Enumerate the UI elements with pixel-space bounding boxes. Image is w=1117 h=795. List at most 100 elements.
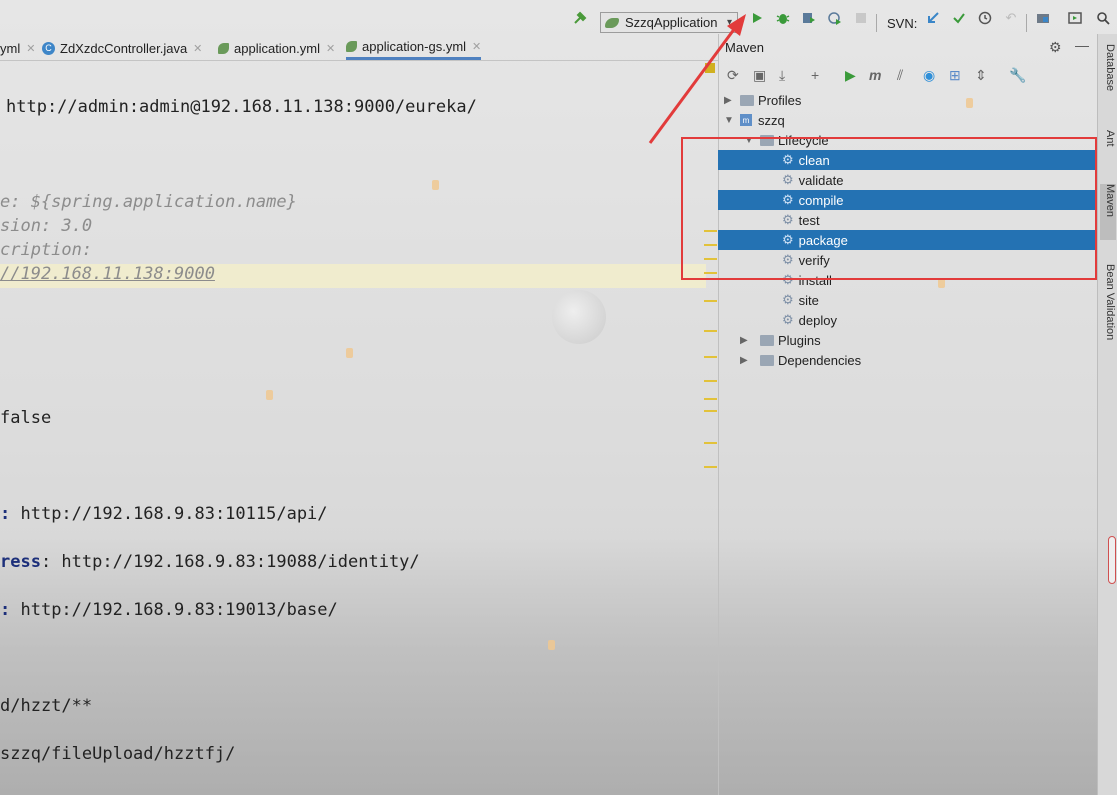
add-folder-icon[interactable]: ▣: [753, 67, 766, 84]
run-configuration-select[interactable]: SzzqApplication ▾: [600, 12, 738, 33]
add-icon[interactable]: +: [811, 67, 819, 83]
debug-bug-icon[interactable]: [774, 8, 792, 28]
stop-icon[interactable]: [852, 8, 870, 28]
yaml-file-icon: [346, 41, 357, 52]
run-maven-build-icon[interactable]: ▶: [845, 67, 856, 84]
gear-icon[interactable]: ⚙: [1049, 39, 1062, 56]
minimize-icon[interactable]: —: [1075, 37, 1089, 53]
profiler-icon[interactable]: [826, 8, 844, 28]
rollback-icon[interactable]: ↶: [1002, 8, 1020, 28]
tree-node-label: Dependencies: [778, 352, 862, 368]
tab-label: yml: [0, 40, 21, 56]
reload-icon[interactable]: ⟳: [727, 67, 739, 84]
maven-project-icon: m: [740, 114, 752, 126]
tree-node-label: site: [798, 292, 819, 308]
warning-mark[interactable]: [704, 356, 717, 358]
tree-node-label: szzq: [758, 112, 785, 128]
chevron-down-icon: ▾: [726, 17, 732, 28]
warning-mark[interactable]: [704, 466, 717, 468]
history-clock-icon[interactable]: [976, 8, 994, 28]
annotation-highlight-box: [681, 137, 1097, 280]
tab-application-yml[interactable]: application.yml ✕: [218, 36, 335, 60]
spring-leaf-icon: [605, 17, 619, 28]
warning-mark[interactable]: [704, 300, 717, 302]
search-icon[interactable]: [1094, 8, 1112, 28]
chevron-right-icon[interactable]: ▶: [724, 95, 732, 106]
right-tool-strip: Database Ant Maven Bean Validation: [1097, 34, 1117, 795]
close-icon[interactable]: ✕: [193, 42, 202, 55]
chevron-right-icon[interactable]: ▶: [740, 355, 748, 366]
yaml-value: : http://192.168.9.83:19088/identity/: [40, 552, 420, 572]
tab-label: ZdXzdcController.java: [60, 40, 188, 56]
tab-application-gs-yml[interactable]: application-gs.yml ✕: [346, 36, 482, 60]
close-icon[interactable]: ✕: [326, 42, 335, 55]
folder-icon: [740, 94, 754, 106]
side-tab-database[interactable]: Database: [1100, 44, 1116, 91]
gear-icon: ⚙: [782, 292, 794, 307]
wrench-icon[interactable]: 🔧: [1009, 67, 1026, 84]
code-line: : http://192.168.9.83:10115/api/: [0, 504, 328, 524]
gear-icon: ⚙: [782, 312, 794, 327]
svn-commit-check-icon[interactable]: [950, 8, 968, 28]
warning-mark[interactable]: [704, 442, 717, 444]
code-line: false: [0, 408, 52, 428]
warning-mark[interactable]: [704, 380, 717, 382]
yaml-value: http://192.168.9.83:19013/base/: [10, 600, 338, 620]
presentation-icon[interactable]: [1066, 8, 1084, 28]
java-class-icon: C: [42, 41, 55, 55]
warning-mark[interactable]: [704, 410, 717, 412]
tree-node-label: Plugins: [778, 332, 821, 348]
close-icon[interactable]: ✕: [26, 42, 35, 55]
code-line: d/hzzt/**: [0, 696, 93, 716]
yaml-key: :: [0, 600, 11, 620]
skip-tests-icon[interactable]: ◉: [923, 67, 935, 84]
side-tab-bean-validation[interactable]: Bean Validation: [1100, 264, 1116, 340]
build-hammer-icon[interactable]: [570, 8, 590, 28]
execute-maven-goal-icon[interactable]: m: [869, 67, 881, 83]
code-line: http://admin:admin@192.168.11.138:9000/e…: [6, 97, 477, 117]
yaml-value: http://192.168.9.83:10115/api/: [10, 504, 328, 524]
warning-mark[interactable]: [704, 398, 717, 400]
tree-node-label: deploy: [798, 312, 837, 328]
collapse-all-icon[interactable]: ⇕: [975, 67, 987, 84]
tree-node-plugins[interactable]: ▶ Plugins: [718, 330, 1096, 350]
show-dependencies-icon[interactable]: ⊞: [949, 67, 961, 84]
code-line: e: ${spring.application.name}: [0, 192, 297, 212]
inspection-status-icon[interactable]: [705, 63, 715, 73]
yaml-key: ress: [0, 552, 41, 572]
close-icon[interactable]: ✕: [472, 40, 481, 53]
lifecycle-phase-site[interactable]: ⚙ site: [718, 290, 1096, 310]
warning-mark[interactable]: [704, 330, 717, 332]
svn-update-arrow-icon[interactable]: [924, 8, 942, 28]
chevron-down-icon[interactable]: ▼: [724, 115, 734, 126]
maven-panel-title: Maven: [725, 40, 765, 55]
tree-node-profiles[interactable]: ▶ Profiles: [718, 90, 1096, 110]
project-structure-icon[interactable]: [1034, 8, 1052, 28]
run-icon[interactable]: [748, 8, 766, 28]
code-line: szzq/fileUpload/hzztfj/: [0, 744, 236, 764]
side-tab-maven[interactable]: Maven: [1100, 184, 1116, 240]
tab-label: application.yml: [234, 40, 320, 56]
code-line: : http://192.168.9.83:19013/base/: [0, 600, 338, 620]
tree-node-project[interactable]: ▼ m szzq: [718, 110, 1096, 130]
editor-tab-bar: yml ✕ C ZdXzdcController.java ✕ applicat…: [0, 36, 718, 61]
yaml-file-icon: [218, 42, 229, 54]
chevron-right-icon[interactable]: ▶: [740, 335, 748, 346]
side-tab-ant[interactable]: Ant: [1100, 130, 1116, 147]
main-toolbar: SzzqApplication ▾ SVN: ↶: [0, 4, 1117, 33]
folder-icon: [760, 354, 774, 366]
download-icon[interactable]: ⤓: [779, 67, 785, 84]
tab-yml[interactable]: yml ✕: [0, 36, 35, 60]
code-editor[interactable]: http://admin:admin@192.168.11.138:9000/e…: [0, 61, 718, 795]
tab-zdxzdccontroller[interactable]: C ZdXzdcController.java ✕: [42, 36, 202, 60]
toggle-offline-icon[interactable]: ⫽: [897, 67, 903, 84]
lifecycle-phase-deploy[interactable]: ⚙ deploy: [718, 310, 1096, 330]
scrollbar-thumb[interactable]: [1108, 536, 1116, 584]
code-line: cription:: [0, 240, 93, 260]
code-line: //192.168.11.138:9000: [0, 264, 215, 284]
code-line: sion: 3.0: [0, 216, 93, 236]
run-with-coverage-icon[interactable]: [800, 8, 818, 28]
tree-node-dependencies[interactable]: ▶ Dependencies: [718, 350, 1096, 370]
folder-icon: [760, 334, 774, 346]
yaml-key: :: [0, 504, 11, 524]
